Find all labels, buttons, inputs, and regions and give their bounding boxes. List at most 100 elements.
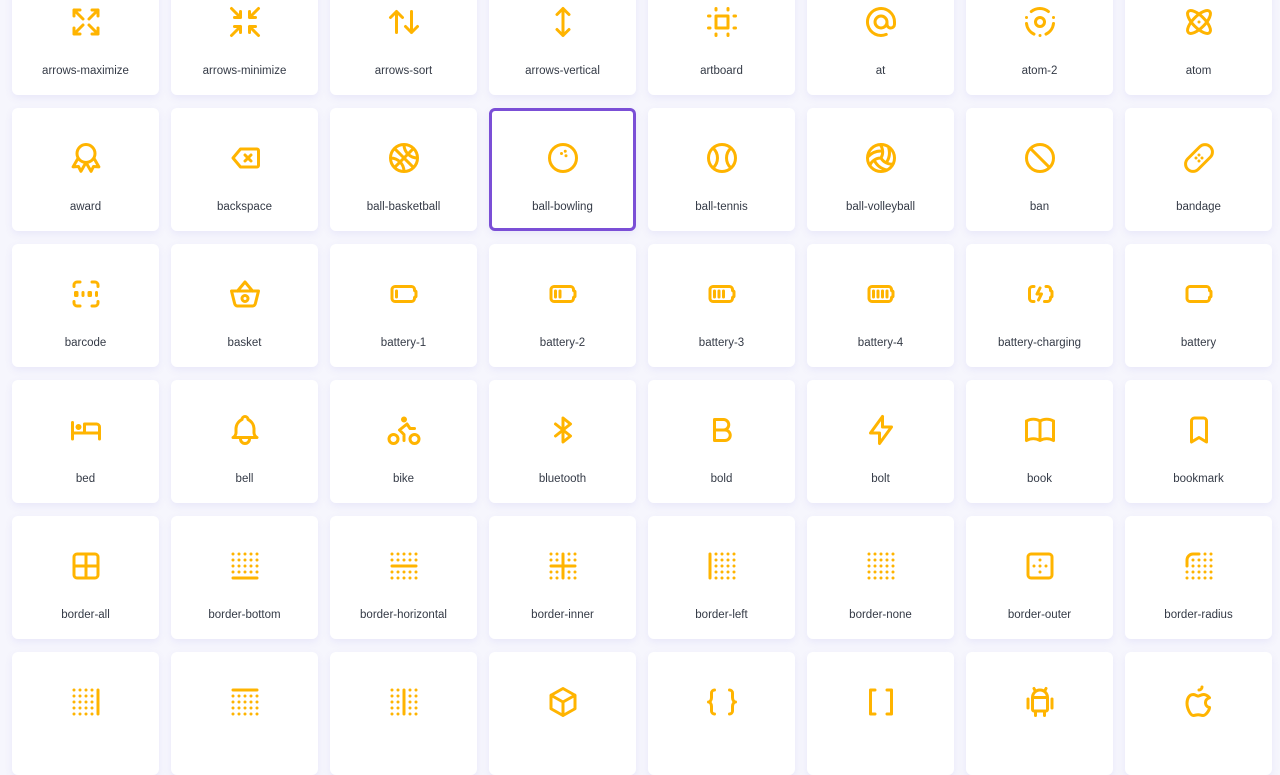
icon-card-ball-volleyball[interactable]: ball-volleyball	[807, 108, 954, 231]
border-vertical-icon	[390, 688, 417, 716]
bolt-icon	[868, 415, 893, 445]
icon-card-arrows-vertical[interactable]: arrows-vertical	[489, 0, 636, 95]
icon-card-arrows-minimize[interactable]: arrows-minimize	[171, 0, 318, 95]
icon-label: artboard	[700, 65, 743, 77]
icon-label: atom-2	[1021, 65, 1058, 77]
bluetooth-icon	[553, 416, 572, 444]
icon-card-arrows-maximize[interactable]: arrows-maximize	[12, 0, 159, 95]
icon-card-basket[interactable]: basket	[171, 244, 318, 367]
icon-card-bookmark[interactable]: bookmark	[1125, 380, 1272, 503]
battery-2-icon	[549, 285, 576, 303]
icon-card-bold[interactable]: bold	[648, 380, 795, 503]
artboard-icon	[706, 7, 737, 37]
arrows-minimize-icon	[229, 7, 260, 37]
icon-card-border-vertical[interactable]	[330, 652, 477, 775]
border-all-icon	[72, 552, 99, 580]
icon-card-ball-basketball[interactable]: ball-basketball	[330, 108, 477, 231]
icon-card-border-horizontal[interactable]: border-horizontal	[330, 516, 477, 639]
icon-card-border-radius[interactable]: border-radius	[1125, 516, 1272, 639]
icon-label: at	[875, 65, 886, 77]
icon-card-bed[interactable]: bed	[12, 380, 159, 503]
icon-label: bookmark	[1173, 473, 1224, 485]
border-radius-icon	[1185, 552, 1212, 580]
battery-4-icon	[867, 285, 894, 303]
icon-label: arrows-sort	[374, 65, 433, 77]
icon-label: border-none	[849, 609, 912, 621]
bold-icon	[712, 418, 732, 442]
icon-card-border-top[interactable]	[171, 652, 318, 775]
atom-2-icon	[1024, 7, 1055, 38]
icon-label: basket	[227, 337, 262, 349]
icon-label: border-bottom	[208, 609, 281, 621]
icon-card-arrows-sort[interactable]: arrows-sort	[330, 0, 477, 95]
icon-card-at[interactable]: at	[807, 0, 954, 95]
icon-card-barcode[interactable]: barcode	[12, 244, 159, 367]
icon-card-award[interactable]: award	[12, 108, 159, 231]
barcode-icon	[72, 280, 99, 308]
bookmark-icon	[1189, 416, 1208, 444]
icon-label: ball-bowling	[532, 201, 593, 213]
battery-icon	[1185, 285, 1212, 303]
icon-card-border-outer[interactable]: border-outer	[966, 516, 1113, 639]
icon-card-battery-charging[interactable]: battery-charging	[966, 244, 1113, 367]
icon-label: bluetooth	[538, 473, 587, 485]
icon-label: ball-volleyball	[845, 201, 916, 213]
icon-card-battery-2[interactable]: battery-2	[489, 244, 636, 367]
icon-card-bike[interactable]: bike	[330, 380, 477, 503]
icon-label: border-radius	[1164, 609, 1233, 621]
icon-card-artboard[interactable]: artboard	[648, 0, 795, 95]
icon-card-battery-1[interactable]: battery-1	[330, 244, 477, 367]
icon-card-border-right[interactable]	[12, 652, 159, 775]
icon-card-book[interactable]: book	[966, 380, 1113, 503]
icon-card-border-bottom[interactable]: border-bottom	[171, 516, 318, 639]
arrows-vertical-icon	[555, 7, 570, 37]
icon-label: ban	[1029, 201, 1050, 213]
icon-card-box[interactable]	[489, 652, 636, 775]
icon-label: bell	[235, 473, 254, 485]
icon-label: barcode	[64, 337, 107, 349]
icon-label: battery-1	[380, 337, 427, 349]
icon-card-atom-2[interactable]: atom-2	[966, 0, 1113, 95]
icon-card-border-left[interactable]: border-left	[648, 516, 795, 639]
ball-volleyball-icon	[865, 143, 896, 173]
icon-label: battery-4	[857, 337, 904, 349]
icon-card-bandage[interactable]: bandage	[1125, 108, 1272, 231]
icon-card-ball-bowling[interactable]: ball-bowling	[489, 108, 636, 231]
icon-card-border-all[interactable]: border-all	[12, 516, 159, 639]
icon-card-bell[interactable]: bell	[171, 380, 318, 503]
bike-icon	[387, 416, 420, 445]
icon-card-brackets[interactable]	[807, 652, 954, 775]
ball-basketball-icon	[388, 143, 419, 173]
brand-android-icon	[1026, 687, 1053, 717]
icon-card-backspace[interactable]: backspace	[171, 108, 318, 231]
icon-label: arrows-vertical	[525, 65, 600, 77]
icon-label: arrows-maximize	[42, 65, 129, 77]
icon-card-border-inner[interactable]: border-inner	[489, 516, 636, 639]
icon-label: atom	[1185, 65, 1212, 77]
icon-label: bandage	[1176, 201, 1221, 213]
icon-card-battery-3[interactable]: battery-3	[648, 244, 795, 367]
battery-charging-icon	[1027, 285, 1053, 303]
icon-card-border-none[interactable]: border-none	[807, 516, 954, 639]
ball-tennis-icon	[706, 143, 737, 173]
icon-label: award	[69, 201, 102, 213]
icon-card-braces[interactable]	[648, 652, 795, 775]
icon-label: arrows-minimize	[202, 65, 287, 77]
icon-card-brand-android[interactable]	[966, 652, 1113, 775]
icon-label: border-left	[695, 609, 748, 621]
icon-card-bolt[interactable]: bolt	[807, 380, 954, 503]
icon-label: border-horizontal	[360, 609, 447, 621]
border-left-icon	[708, 552, 735, 580]
icon-card-brand-apple[interactable]	[1125, 652, 1272, 775]
icon-card-ban[interactable]: ban	[966, 108, 1113, 231]
icon-card-atom[interactable]: atom	[1125, 0, 1272, 95]
border-none-icon	[867, 552, 894, 580]
icon-label: book	[1027, 473, 1052, 485]
border-inner-icon	[549, 552, 576, 580]
icon-card-ball-tennis[interactable]: ball-tennis	[648, 108, 795, 231]
icon-card-battery[interactable]: battery	[1125, 244, 1272, 367]
icon-card-battery-4[interactable]: battery-4	[807, 244, 954, 367]
icon-card-bluetooth[interactable]: bluetooth	[489, 380, 636, 503]
bed-icon	[70, 421, 101, 441]
backspace-icon	[231, 147, 260, 169]
